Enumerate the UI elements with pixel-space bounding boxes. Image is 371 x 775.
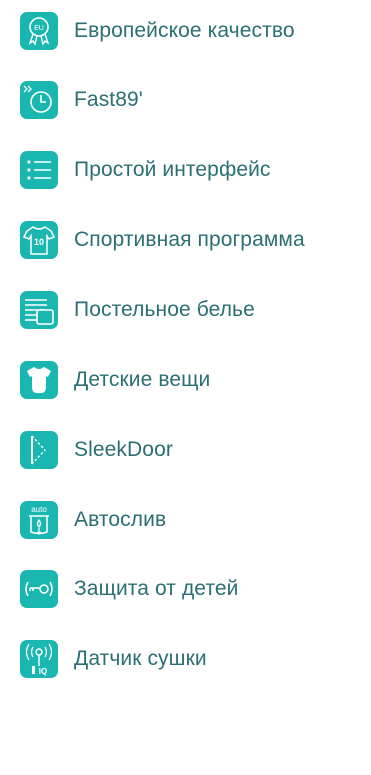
sleek-door-icon xyxy=(19,430,59,470)
feature-item: Защита от детей xyxy=(0,565,371,613)
feature-item: IQ Датчик сушки xyxy=(0,635,371,683)
feature-label: Простой интерфейс xyxy=(74,158,271,181)
bed-linen-icon xyxy=(19,290,59,330)
svg-text:EU: EU xyxy=(34,25,44,32)
feature-item: EU Европейское качество xyxy=(0,7,371,55)
feature-item: SleekDoor xyxy=(0,426,371,474)
baby-bodysuit-icon xyxy=(19,360,59,400)
feature-label: SleekDoor xyxy=(74,438,173,461)
eu-quality-badge-icon: EU xyxy=(19,11,59,51)
feature-label: Защита от детей xyxy=(74,577,239,600)
sports-jersey-icon: 10 xyxy=(19,220,59,260)
feature-label: Детские вещи xyxy=(74,368,211,391)
auto-drain-icon: auto xyxy=(19,500,59,540)
fast-clock-icon xyxy=(19,80,59,120)
feature-item: Простой интерфейс xyxy=(0,146,371,194)
feature-label: Постельное белье xyxy=(74,298,255,321)
iq-icon-text: IQ xyxy=(39,667,47,676)
auto-icon-text: auto xyxy=(31,505,47,514)
feature-label: Автослив xyxy=(74,508,167,531)
feature-item: Fast89' xyxy=(0,76,371,124)
feature-label: Европейское качество xyxy=(74,19,295,42)
child-lock-key-icon xyxy=(19,569,59,609)
feature-item: Детские вещи xyxy=(0,356,371,404)
list-menu-icon xyxy=(19,150,59,190)
drying-sensor-icon: IQ xyxy=(19,639,59,679)
feature-item: auto Автослив xyxy=(0,496,371,544)
feature-label: Fast89' xyxy=(74,88,143,111)
feature-item: 10 Спортивная программа xyxy=(0,216,371,264)
feature-label: Спортивная программа xyxy=(74,228,305,251)
feature-label: Датчик сушки xyxy=(74,647,207,670)
feature-list: EU Европейское качество Fast89' Простой … xyxy=(0,0,371,775)
svg-text:10: 10 xyxy=(34,237,44,247)
feature-item: Постельное белье xyxy=(0,286,371,334)
